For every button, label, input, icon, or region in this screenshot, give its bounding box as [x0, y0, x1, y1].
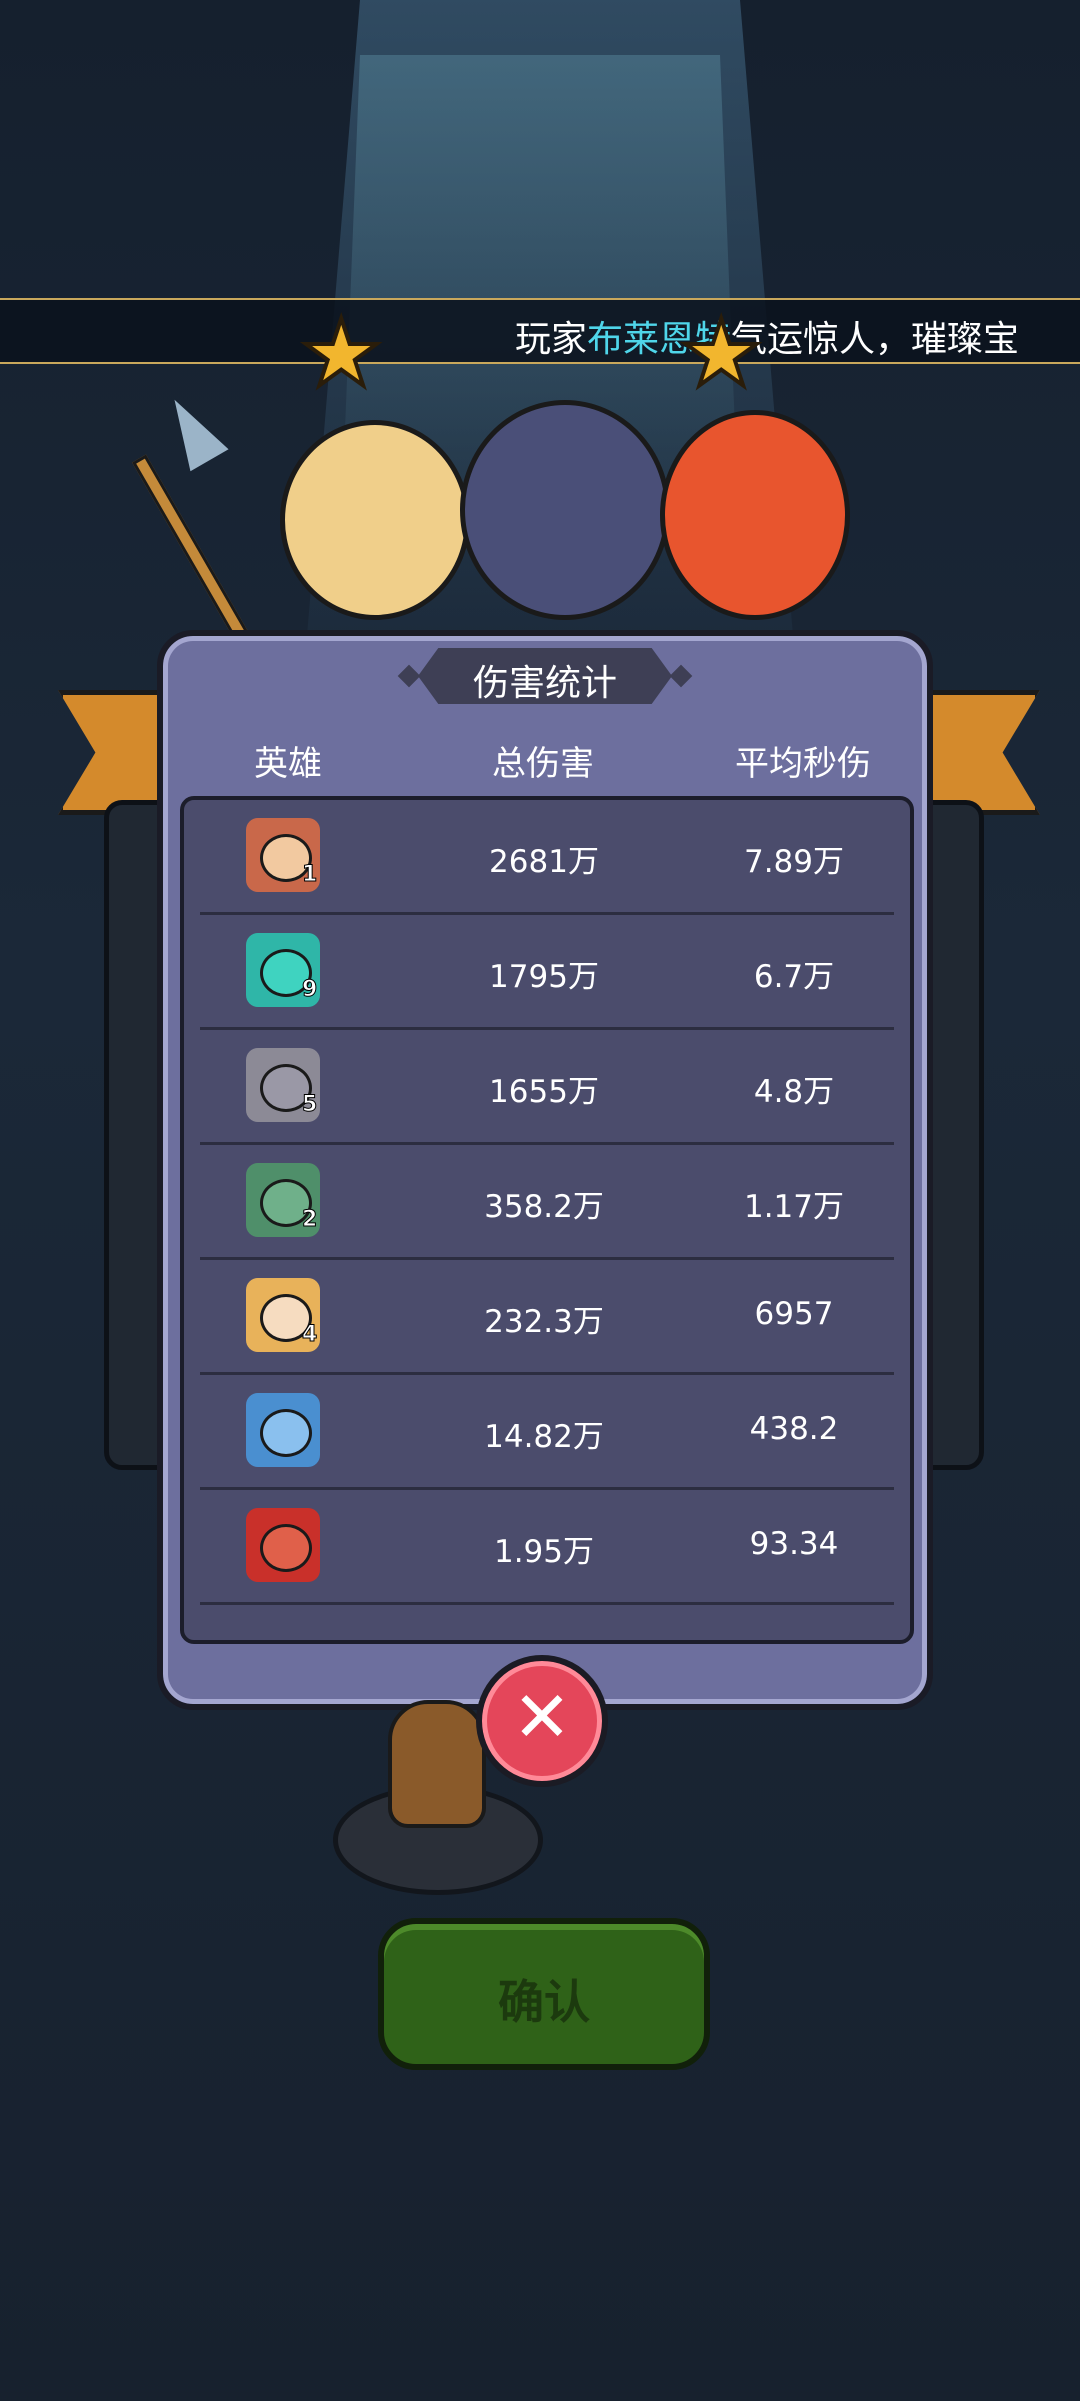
avg-dps: 1.17万 — [743, 1189, 845, 1225]
avg-dps: 93.34 — [749, 1526, 839, 1562]
confirm-button-label: 确认 — [498, 1975, 590, 2029]
hero-level: 5 — [301, 1092, 318, 1118]
close-icon: ✕ — [512, 1676, 572, 1758]
header-avg-dps: 平均秒伤 — [735, 744, 871, 784]
hero-level: 4 — [301, 1322, 318, 1348]
table-row: 2 358.2万 1.17万 — [184, 1145, 910, 1260]
avg-dps: 6.7万 — [753, 959, 835, 995]
hero-portrait-hooded — [460, 400, 670, 620]
damage-table: 1 2681万 7.89万 9 1795万 6.7万 5 1655万 4.8万 … — [180, 796, 914, 1644]
total-damage: 232.3万 — [484, 1304, 604, 1340]
total-damage: 2681万 — [489, 844, 599, 880]
hero-portrait-blonde — [280, 420, 470, 620]
ticker-suffix: 气运惊人，璀璨宝 — [731, 319, 1020, 360]
header-hero: 英雄 — [254, 744, 322, 784]
hero-avatar-icon — [246, 1508, 320, 1582]
popup-title: 伤害统计 — [472, 663, 617, 704]
star-icon: ★ — [678, 298, 765, 409]
confirm-button[interactable]: 确认 — [378, 1918, 710, 2070]
table-row: 1 2681万 7.89万 — [184, 800, 910, 915]
spear-tip-icon — [155, 388, 229, 472]
total-damage: 358.2万 — [484, 1189, 604, 1225]
total-damage: 1795万 — [489, 959, 599, 995]
hero-level: 2 — [301, 1207, 318, 1233]
hero-level: 1 — [301, 862, 318, 888]
damage-stats-popup: 伤害统计 英雄 总伤害 平均秒伤 1 2681万 7.89万 9 1795万 6… — [157, 630, 933, 1710]
ticker-text: 玩家布莱恩特气运惊人，璀璨宝 — [515, 310, 1019, 362]
hero-avatar-icon — [246, 1393, 320, 1467]
ticker-prefix: 玩家 — [515, 319, 588, 360]
total-damage: 1.95万 — [493, 1534, 595, 1570]
table-row: 4 232.3万 6957 — [184, 1260, 910, 1375]
avg-dps: 7.89万 — [743, 844, 845, 880]
header-total-damage: 总伤害 — [492, 744, 594, 784]
hero-figure — [388, 1700, 486, 1828]
table-row: 14.82万 438.2 — [184, 1375, 910, 1490]
star-icon: ★ — [298, 298, 385, 409]
avg-dps: 6957 — [754, 1296, 834, 1332]
title-ornament-right — [669, 664, 693, 688]
hero-level: 9 — [301, 977, 318, 1003]
close-button[interactable]: ✕ — [476, 1655, 608, 1787]
table-header: 英雄 总伤害 平均秒伤 — [163, 736, 927, 796]
table-row: 9 1795万 6.7万 — [184, 915, 910, 1030]
total-damage: 14.82万 — [484, 1419, 604, 1455]
hero-portrait-fire — [660, 410, 850, 620]
popup-title-banner: 伤害统计 — [418, 648, 672, 704]
title-ornament-left — [397, 664, 421, 688]
table-row: 5 1655万 4.8万 — [184, 1030, 910, 1145]
total-damage: 1655万 — [489, 1074, 599, 1110]
table-row: 1.95万 93.34 — [184, 1490, 910, 1605]
avg-dps: 438.2 — [749, 1411, 839, 1447]
avg-dps: 4.8万 — [753, 1074, 835, 1110]
announcement-ticker: 玩家布莱恩特气运惊人，璀璨宝 — [0, 298, 1080, 364]
